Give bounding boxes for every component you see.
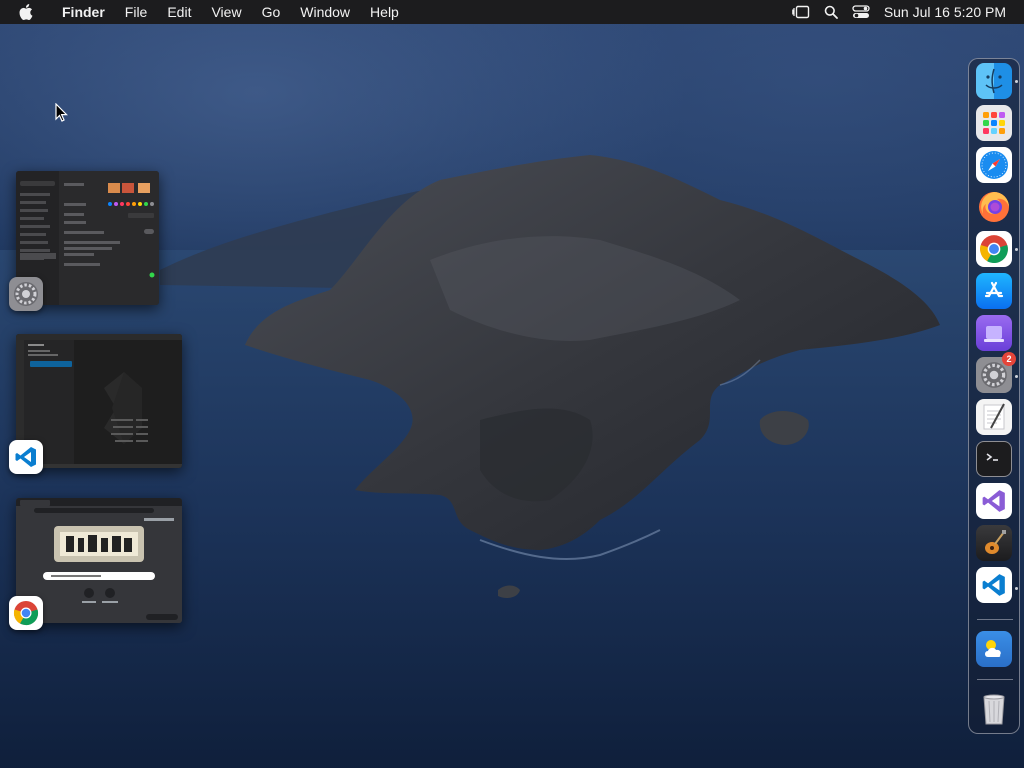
menu-go[interactable]: Go [252, 0, 291, 24]
apple-menu-icon[interactable] [0, 4, 52, 20]
running-indicator [1015, 375, 1018, 378]
menu-bar-clock[interactable]: Sun Jul 16 5:20 PM [884, 4, 1006, 20]
firefox-icon[interactable] [976, 189, 1012, 225]
garageband-icon[interactable] [976, 525, 1012, 561]
menu-window[interactable]: Window [290, 0, 360, 24]
trash-icon[interactable] [976, 691, 1012, 727]
safari-icon[interactable] [976, 147, 1012, 183]
app-store-icon[interactable] [976, 273, 1012, 309]
menu-edit[interactable]: Edit [157, 0, 201, 24]
vscode-icon[interactable] [9, 440, 43, 474]
chrome-icon[interactable] [976, 231, 1012, 267]
settings-gear-icon[interactable]: 2 [976, 352, 1016, 393]
menu-file[interactable]: File [115, 0, 158, 24]
vscode-icon[interactable] [976, 567, 1012, 603]
visual-studio-icon[interactable] [976, 483, 1012, 519]
running-indicator [1015, 587, 1018, 590]
weather-icon[interactable] [976, 631, 1012, 667]
chrome-icon[interactable] [9, 596, 43, 630]
menu-view[interactable]: View [201, 0, 251, 24]
launchpad-icon[interactable] [976, 105, 1012, 141]
menu-help[interactable]: Help [360, 0, 409, 24]
terminal-icon[interactable] [976, 441, 1012, 477]
textedit-icon[interactable] [976, 399, 1012, 435]
running-indicator [1015, 248, 1018, 251]
running-indicator [1015, 80, 1018, 83]
notification-badge: 2 [1002, 352, 1016, 366]
menu-app-name[interactable]: Finder [52, 0, 115, 24]
spotlight-search-icon[interactable] [824, 5, 838, 19]
mouse-cursor-icon [55, 102, 69, 128]
simulator-icon[interactable] [976, 315, 1012, 351]
dock-separator [977, 679, 1013, 680]
dock-separator [977, 619, 1013, 620]
control-center-icon[interactable] [852, 5, 870, 19]
menu-bar: Finder File Edit View Go Window Help Sun… [0, 0, 1024, 24]
settings-gear-icon[interactable] [9, 277, 43, 311]
stage-manager-icon[interactable] [792, 5, 810, 19]
finder-icon[interactable] [976, 63, 1012, 99]
dock: 2 [968, 58, 1020, 734]
